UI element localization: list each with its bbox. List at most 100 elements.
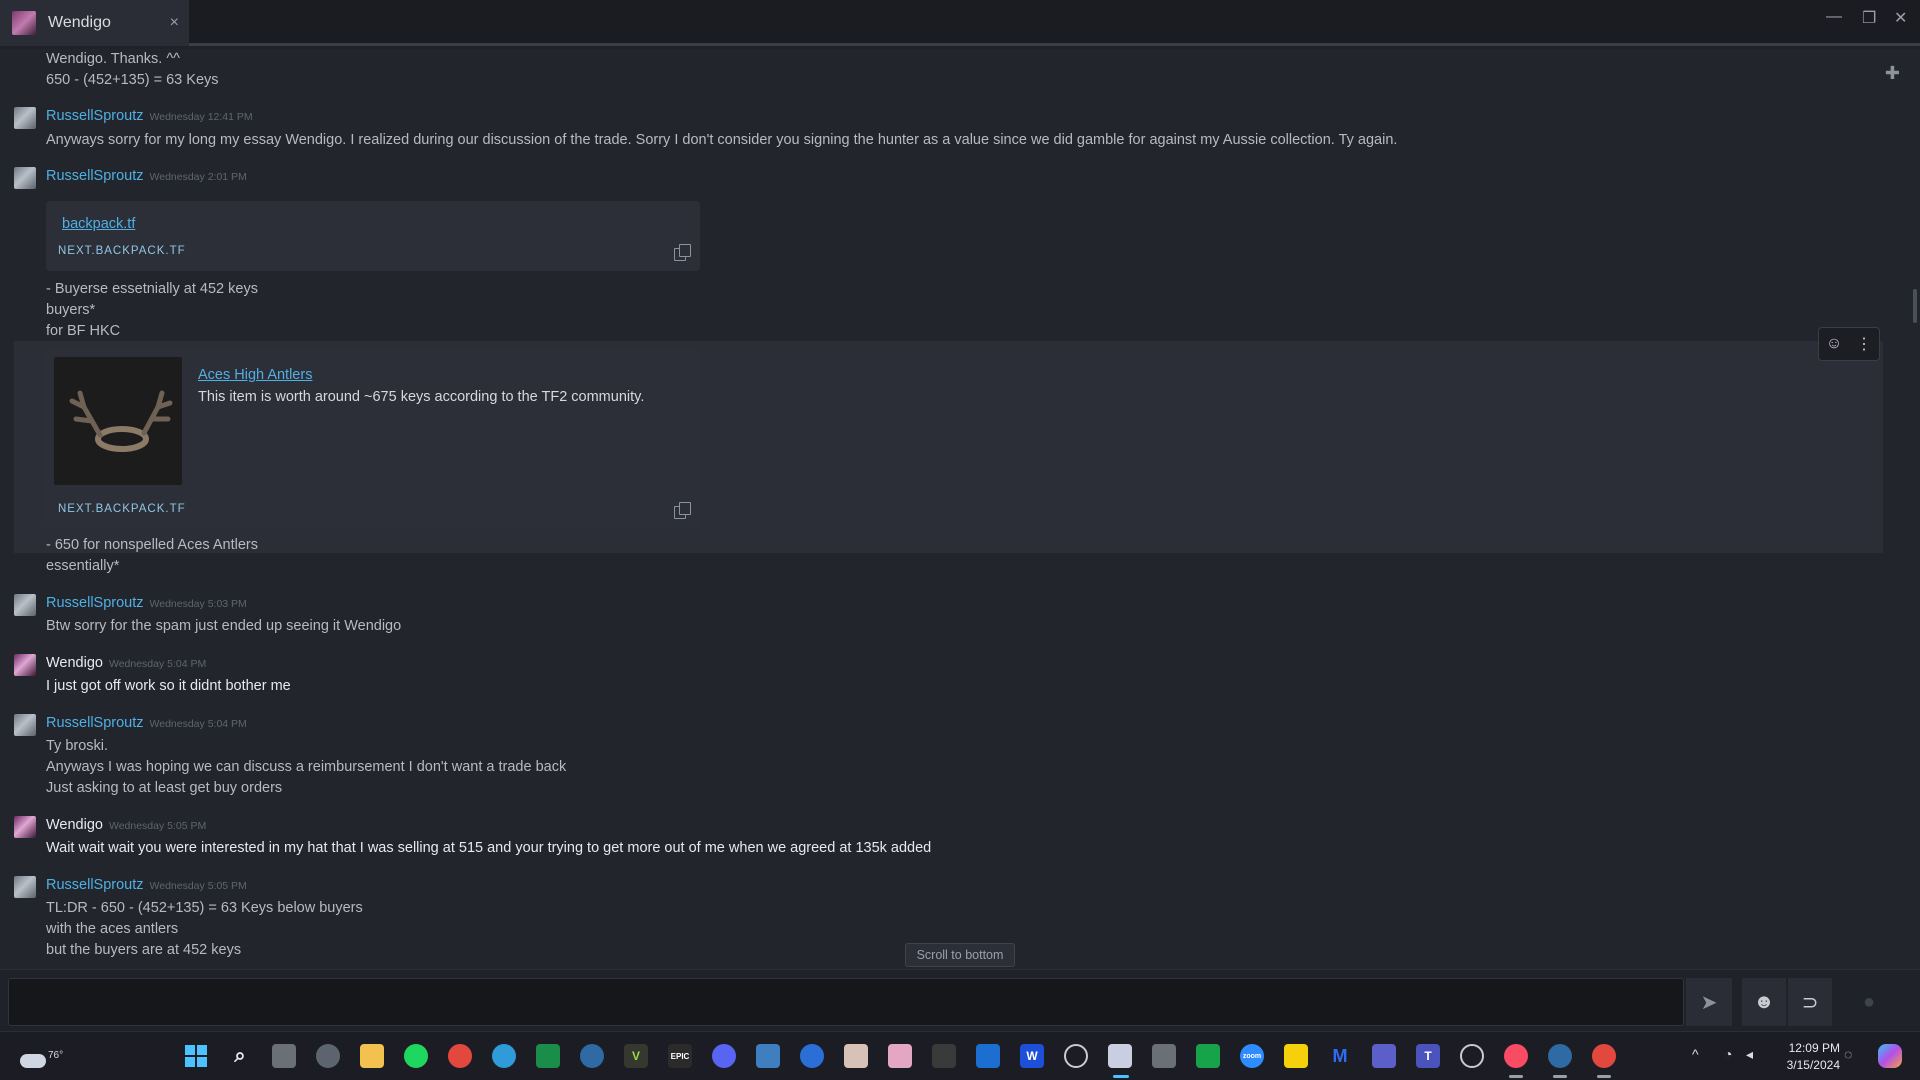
timestamp: Wednesday 5:05 PM [149, 880, 247, 892]
message-line: Btw sorry for the spam just ended up see… [46, 618, 402, 634]
chat-log[interactable]: ✚ Wendigo. Thanks. ^^ 650 - (452+135) = … [0, 49, 1920, 969]
scrollbar[interactable] [1913, 289, 1917, 323]
embed-link[interactable]: Aces High Antlers [198, 367, 312, 383]
message-line: 650 - (452+135) = 63 Keys [46, 72, 219, 88]
webtoon-icon[interactable]: W [1020, 1044, 1044, 1068]
media-player-icon[interactable] [1460, 1044, 1484, 1068]
zoom-icon[interactable]: zoom [1240, 1044, 1264, 1068]
author-name[interactable]: RussellSproutz [46, 168, 144, 184]
add-reaction-icon[interactable]: ☺ [1826, 335, 1842, 353]
active-indicator [1113, 1075, 1129, 1078]
notification-icon[interactable]: ◌ [1844, 1046, 1852, 1062]
search-icon[interactable]: ⌕ [228, 1044, 252, 1068]
message-input[interactable] [8, 978, 1684, 1026]
start-icon[interactable] [184, 1044, 208, 1068]
teams-work-icon[interactable]: T [1416, 1044, 1440, 1068]
message-line: Wendigo. Thanks. ^^ [46, 51, 180, 67]
running-indicator [1553, 1075, 1567, 1078]
running-indicator [1597, 1075, 1611, 1078]
avatar[interactable] [14, 107, 36, 129]
bing-icon[interactable] [800, 1044, 824, 1068]
avatar[interactable] [14, 594, 36, 616]
timestamp: Wednesday 5:04 PM [149, 718, 247, 730]
more-options-icon[interactable]: ⋮ [1856, 334, 1872, 354]
outlook-icon[interactable] [976, 1044, 1000, 1068]
close-icon[interactable]: ✕ [1894, 8, 1907, 28]
message-line: Ty broski. [46, 738, 109, 754]
author-name[interactable]: RussellSproutz [46, 715, 144, 731]
settings-icon[interactable] [316, 1044, 340, 1068]
snipping-tool-icon[interactable] [1108, 1044, 1132, 1068]
author-name[interactable]: RussellSproutz [46, 595, 144, 611]
author-name[interactable]: Wendigo [46, 817, 103, 833]
attach-button[interactable]: ⊃ [1788, 978, 1832, 1026]
message-line: - 650 for nonspelled Aces Antlers [46, 537, 258, 553]
tab-close-icon[interactable]: × [170, 14, 179, 32]
message-line: essentially* [46, 558, 120, 574]
clock-time: 12:09 PM [1788, 1041, 1840, 1055]
minecraft-icon[interactable] [932, 1044, 956, 1068]
gamepass-icon[interactable] [536, 1044, 560, 1068]
copy-link-icon[interactable] [674, 244, 691, 261]
minimize-icon[interactable]: — [1826, 8, 1842, 26]
chat-tab[interactable]: Wendigo × [0, 0, 189, 46]
file-explorer-icon[interactable] [360, 1044, 384, 1068]
app-icon-2[interactable] [888, 1044, 912, 1068]
send-icon: ➤ [1700, 991, 1718, 1014]
avatar[interactable] [14, 167, 36, 189]
avatar[interactable] [14, 654, 36, 676]
obs-icon[interactable] [1064, 1044, 1088, 1068]
epic-games-icon[interactable]: EPIC [668, 1044, 692, 1068]
taskbar: 76° ⌕ V EPIC W zoom M T ^ ◔ ◂ 12:09 PM 3… [0, 1031, 1920, 1080]
embed-source: NEXT.BACKPACK.TF [58, 503, 186, 515]
app-icon-3[interactable] [1152, 1044, 1176, 1068]
sticky-notes-icon[interactable] [1284, 1044, 1308, 1068]
author-name[interactable]: Wendigo [46, 655, 103, 671]
steam-running-icon[interactable] [1548, 1044, 1572, 1068]
voice-button[interactable]: ● [1846, 978, 1892, 1026]
restore-icon[interactable]: ❐ [1862, 8, 1876, 28]
message-line: TL:DR - 650 - (452+135) = 63 Keys below … [46, 900, 363, 916]
message-line: I just got off work so it didnt bother m… [46, 678, 291, 694]
copilot-icon[interactable] [1878, 1044, 1902, 1068]
scroll-to-bottom-button[interactable]: Scroll to bottom [905, 943, 1015, 967]
link-embed: backpack.tf NEXT.BACKPACK.TF [46, 201, 700, 271]
copy-link-icon[interactable] [674, 502, 691, 519]
chevron-up-icon[interactable]: ^ [1692, 1046, 1699, 1062]
pin-icon[interactable]: ✚ [1885, 63, 1900, 84]
clock[interactable]: 12:09 PM 3/15/2024 [1770, 1040, 1840, 1074]
volume-icon[interactable]: ◂ [1746, 1046, 1753, 1063]
app-icon-4[interactable] [1196, 1044, 1220, 1068]
author-name[interactable]: RussellSproutz [46, 108, 144, 124]
chrome-icon[interactable] [448, 1044, 472, 1068]
item-thumbnail[interactable] [54, 357, 182, 485]
embed-source: NEXT.BACKPACK.TF [58, 245, 186, 257]
task-view-icon[interactable] [272, 1044, 296, 1068]
embed-link[interactable]: backpack.tf [62, 216, 135, 232]
teams-icon[interactable] [1372, 1044, 1396, 1068]
message-line: Anyways sorry for my long my essay Wendi… [46, 132, 1398, 148]
avatar[interactable] [14, 876, 36, 898]
steam-icon[interactable] [580, 1044, 604, 1068]
malwarebytes-icon[interactable]: M [1328, 1044, 1352, 1068]
message-line: but the buyers are at 452 keys [46, 942, 242, 958]
author-name[interactable]: RussellSproutz [46, 877, 144, 893]
send-button[interactable]: ➤ [1686, 978, 1732, 1026]
discord-icon[interactable] [712, 1044, 736, 1068]
vortex-icon[interactable]: V [624, 1044, 648, 1068]
avatar[interactable] [14, 714, 36, 736]
microphone-icon: ● [1862, 990, 1876, 1013]
itunes-icon[interactable] [1504, 1044, 1528, 1068]
avatar[interactable] [14, 816, 36, 838]
store-icon[interactable] [756, 1044, 780, 1068]
emoji-button[interactable]: ☻ [1742, 978, 1786, 1026]
weather-temp: 76° [48, 1050, 64, 1061]
timestamp: Wednesday 2:01 PM [149, 171, 247, 183]
wifi-icon[interactable]: ◔ [1724, 1046, 1732, 1062]
timestamp: Wednesday 5:03 PM [149, 598, 247, 610]
weather-widget[interactable]: 76° [18, 1040, 63, 1072]
edge-icon[interactable] [492, 1044, 516, 1068]
spotify-icon[interactable] [404, 1044, 428, 1068]
chrome-running-icon[interactable] [1592, 1044, 1616, 1068]
app-icon-1[interactable] [844, 1044, 868, 1068]
